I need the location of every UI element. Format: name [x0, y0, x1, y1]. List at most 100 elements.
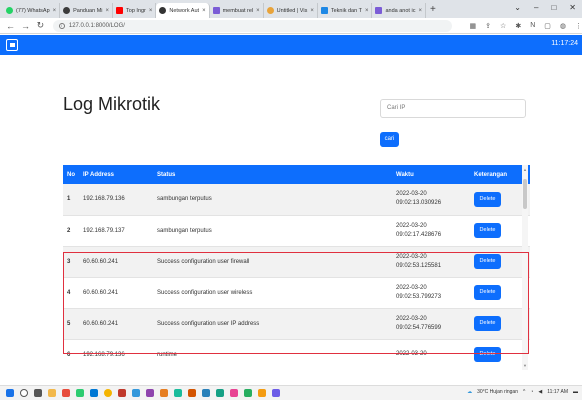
- search-button[interactable]: cari: [380, 132, 399, 147]
- close-icon[interactable]: ×: [202, 8, 206, 14]
- app-icon[interactable]: [62, 389, 70, 397]
- menu-icon: [9, 43, 15, 47]
- close-window-icon[interactable]: ✕: [569, 3, 576, 12]
- maximize-icon[interactable]: □: [551, 3, 556, 12]
- tab-label: Top Ingr: [126, 7, 146, 14]
- app-icon[interactable]: [174, 389, 182, 397]
- header-keterangan: Keterangan: [470, 165, 530, 184]
- cell-status: runtime: [153, 339, 392, 370]
- scrollbar-thumb[interactable]: [523, 179, 527, 209]
- app-icon[interactable]: [132, 389, 140, 397]
- forward-icon[interactable]: →: [21, 21, 30, 31]
- sidebar-icon[interactable]: ▢: [544, 22, 551, 30]
- tab-label: Network Aut: [169, 7, 200, 14]
- star-icon[interactable]: ☆: [500, 22, 506, 30]
- waktu-date: 2022-03-20: [396, 351, 427, 357]
- browser-tab[interactable]: Teknik dan T ×: [318, 3, 373, 18]
- extension-icon[interactable]: ✱: [515, 22, 521, 30]
- app-icon[interactable]: [230, 389, 238, 397]
- file-explorer-icon[interactable]: [48, 389, 56, 397]
- cell-ip: 192.168.79.136: [79, 184, 153, 216]
- menu-dots-icon[interactable]: ⋮: [575, 22, 582, 30]
- extension-icon[interactable]: N: [530, 22, 535, 30]
- close-icon[interactable]: ×: [53, 8, 57, 14]
- cell-ip: 60.60.60.241: [79, 246, 153, 278]
- close-icon[interactable]: ×: [106, 8, 110, 14]
- cell-waktu: 2022-03-20: [392, 339, 470, 370]
- browser-tab[interactable]: anda anot ic ×: [372, 3, 426, 18]
- cell-ip: 192.168.79.137: [79, 215, 153, 247]
- share-icon[interactable]: ⇪: [485, 22, 491, 30]
- toolbar-icons: ▦ ⇪ ☆ ✱ N ▢ ◍ ⋮: [470, 22, 582, 30]
- taskbar-clock[interactable]: 11:17 AM: [547, 389, 568, 395]
- scroll-up-icon[interactable]: ▲: [523, 167, 527, 172]
- browser-tab[interactable]: Untitled | Vis ×: [264, 3, 318, 18]
- browser-tab[interactable]: membuat rel ×: [210, 3, 264, 18]
- delete-button[interactable]: Delete: [474, 254, 501, 269]
- app-icon[interactable]: [118, 389, 126, 397]
- close-icon[interactable]: ×: [365, 8, 369, 14]
- delete-button[interactable]: Delete: [474, 191, 501, 207]
- header-status: Status: [153, 165, 392, 184]
- weather-text: 30°C Hujan ringan: [477, 389, 518, 395]
- app-icon[interactable]: [272, 389, 280, 397]
- volume-icon[interactable]: ◀: [538, 389, 542, 395]
- browser-tab[interactable]: Top Ingr ×: [113, 3, 157, 18]
- info-icon[interactable]: i: [58, 22, 65, 29]
- windows-start-icon[interactable]: [6, 389, 14, 397]
- cell-keterangan: Delete: [470, 339, 530, 370]
- browser-tab-active[interactable]: Network Aut ×: [156, 3, 210, 18]
- app-icon[interactable]: [216, 389, 224, 397]
- back-icon[interactable]: ←: [6, 21, 15, 31]
- chrome-icon[interactable]: [104, 389, 112, 397]
- site-icon: [266, 7, 274, 14]
- table-scrollbar[interactable]: ▲ ▼: [522, 165, 528, 370]
- cell-ip: 192.168.79.136: [79, 339, 153, 370]
- minimize-icon[interactable]: –: [534, 3, 538, 12]
- delete-button[interactable]: Delete: [474, 347, 501, 362]
- browser-tab[interactable]: (77) WhatsAp ×: [3, 3, 61, 18]
- task-view-icon[interactable]: [34, 389, 42, 397]
- cell-ip: 60.60.60.241: [79, 277, 153, 309]
- wifi-icon[interactable]: ◔: [530, 389, 533, 395]
- app-icon[interactable]: [258, 389, 266, 397]
- tab-label: (77) WhatsAp: [16, 7, 50, 14]
- waktu-time: 09:02:17.428676: [396, 231, 442, 238]
- reload-icon[interactable]: ↻: [36, 20, 45, 31]
- chevron-down-icon[interactable]: ⌄: [514, 3, 521, 12]
- app-icon[interactable]: [90, 389, 98, 397]
- app-icon[interactable]: [146, 389, 154, 397]
- chevron-up-icon[interactable]: ^: [523, 389, 525, 395]
- address-bar: ← → ↻ i 127.0.0.1:8000/LOG/ ▦ ⇪ ☆ ✱ N ▢ …: [0, 18, 582, 34]
- browser-tab[interactable]: Panduan Mi ×: [60, 3, 114, 18]
- header-no: No: [63, 165, 79, 184]
- delete-button[interactable]: Delete: [474, 223, 501, 238]
- scroll-down-icon[interactable]: ▼: [523, 363, 527, 368]
- app-icon[interactable]: [188, 389, 196, 397]
- url-field[interactable]: i 127.0.0.1:8000/LOG/: [52, 19, 452, 32]
- close-icon[interactable]: ×: [149, 8, 153, 14]
- close-icon[interactable]: ×: [418, 8, 422, 14]
- app-icon[interactable]: [202, 389, 210, 397]
- close-icon[interactable]: ×: [310, 8, 314, 14]
- app-icon[interactable]: [76, 389, 84, 397]
- profile-icon[interactable]: ◍: [560, 22, 566, 30]
- waktu-date: 2022-03-20: [396, 315, 427, 322]
- new-tab-button[interactable]: +: [430, 4, 436, 15]
- delete-button[interactable]: Delete: [474, 285, 501, 300]
- app-icon[interactable]: [244, 389, 252, 397]
- install-icon[interactable]: ▦: [470, 22, 477, 30]
- menu-toggle-button[interactable]: [6, 39, 18, 51]
- app-icon[interactable]: [160, 389, 168, 397]
- site-icon: [159, 7, 167, 14]
- search-ip-input[interactable]: Cari IP: [380, 99, 526, 118]
- close-icon[interactable]: ×: [256, 8, 260, 14]
- search-icon[interactable]: [20, 389, 28, 397]
- log-table: No IP Address Status Waktu Keterangan 1 …: [63, 165, 530, 370]
- notification-icon[interactable]: ▬: [573, 389, 578, 395]
- page-title: Log Mikrotik: [63, 94, 161, 114]
- system-tray: ☁ 30°C Hujan ringan ^ ◔ ◀ 11:17 AM ▬: [467, 389, 578, 395]
- site-icon: [63, 7, 71, 14]
- cell-keterangan: Delete: [470, 246, 530, 278]
- delete-button[interactable]: Delete: [474, 316, 501, 331]
